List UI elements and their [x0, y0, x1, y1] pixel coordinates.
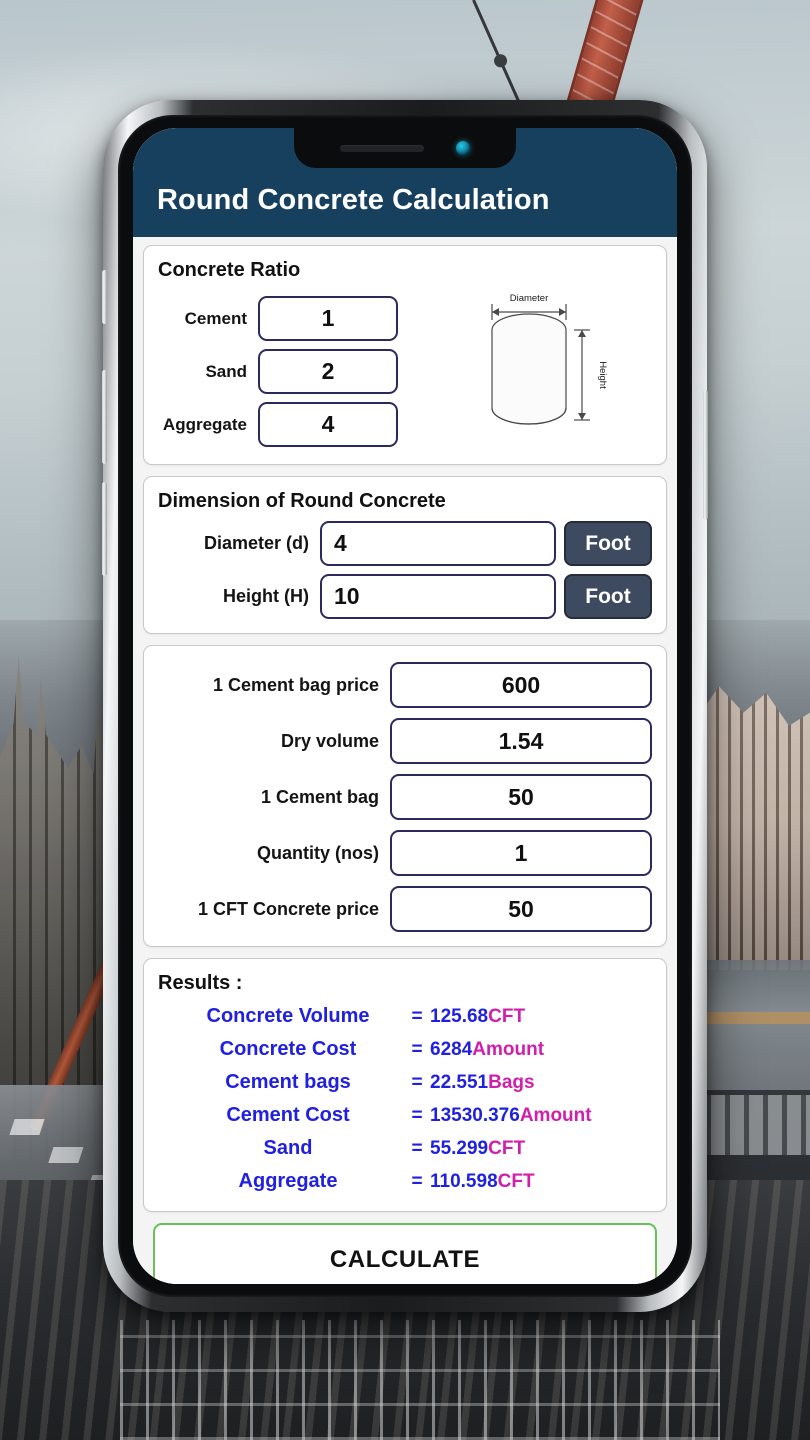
phone-notch: [294, 128, 516, 168]
sand-ratio-row: Sand 2: [158, 349, 426, 394]
dry-volume-row: Dry volume 1.54: [158, 718, 652, 764]
dry-volume-label: Dry volume: [280, 730, 379, 751]
results-card: Results : Concrete Volume = 125.68 CFT C…: [143, 958, 667, 1212]
results-title: Results :: [158, 972, 243, 994]
silence-switch-button[interactable]: [102, 270, 107, 324]
cylinder-diagram: Diameter Height: [426, 288, 652, 450]
result-unit-cement-bags: Bags: [488, 1072, 535, 1093]
result-value-cement-bags: 22.551: [430, 1072, 489, 1093]
cement-bag-price-row: 1 Cement bag price 600: [158, 662, 652, 708]
result-row-sand: Sand = 55.299 CFT: [158, 1137, 652, 1160]
result-label-sand: Sand: [263, 1137, 313, 1159]
result-value-cement-cost: 13530.376: [430, 1105, 520, 1126]
volume-up-button[interactable]: [102, 370, 107, 464]
result-row-cement-bags: Cement bags = 22.551 Bags: [158, 1071, 652, 1094]
aggregate-ratio-input[interactable]: 4: [258, 402, 398, 447]
aggregate-ratio-label: Aggregate: [162, 414, 247, 434]
cement-bag-price-input[interactable]: 600: [390, 662, 652, 708]
background-scaffolding: [120, 1320, 720, 1440]
concrete-ratio-body: Cement 1 Sand 2 Aggregate 4 Diameter Hei…: [158, 288, 652, 450]
earpiece-speaker-icon: [340, 144, 424, 152]
dimension-title: Dimension of Round Concrete: [158, 490, 446, 512]
diameter-row: Diameter (d) 4 Foot: [158, 521, 652, 566]
cft-concrete-price-row: 1 CFT Concrete price 50: [158, 886, 652, 932]
result-row-cement-cost: Cement Cost = 13530.376 Amount: [158, 1104, 652, 1127]
height-figure-label: Height: [597, 361, 608, 389]
result-unit-aggregate: CFT: [497, 1171, 535, 1192]
cylinder-icon: Diameter Height: [491, 293, 608, 425]
app-content: Concrete Ratio Cement 1 Sand 2 Aggregate…: [133, 237, 677, 1284]
calculate-button-wrapper: CALCULATE: [143, 1223, 667, 1284]
cft-concrete-price-label: 1 CFT Concrete price: [197, 898, 379, 919]
calculate-button[interactable]: CALCULATE: [153, 1223, 657, 1284]
result-equals-concrete-volume: =: [411, 1006, 423, 1027]
dimension-card: Dimension of Round Concrete Diameter (d)…: [143, 476, 667, 634]
result-equals-sand: =: [411, 1138, 423, 1159]
phone-screen: Round Concrete Calculation Concrete Rati…: [133, 128, 677, 1284]
diameter-input[interactable]: 4: [320, 521, 556, 566]
result-equals-aggregate: =: [411, 1171, 423, 1192]
app-root: Round Concrete Calculation Concrete Rati…: [133, 128, 677, 1284]
result-unit-concrete-volume: CFT: [488, 1006, 526, 1027]
phone-device: Round Concrete Calculation Concrete Rati…: [102, 100, 708, 1312]
result-value-concrete-volume: 125.68: [430, 1006, 489, 1027]
aggregate-ratio-row: Aggregate 4: [158, 402, 426, 447]
cement-ratio-input[interactable]: 1: [258, 296, 398, 341]
quantity-input[interactable]: 1: [390, 830, 652, 876]
sand-ratio-label: Sand: [205, 361, 247, 381]
cement-bag-weight-input[interactable]: 50: [390, 774, 652, 820]
diameter-figure-label: Diameter: [510, 293, 549, 304]
result-row-aggregate: Aggregate = 110.598 CFT: [158, 1170, 652, 1193]
cft-concrete-price-input[interactable]: 50: [390, 886, 652, 932]
quantity-label: Quantity (nos): [257, 842, 379, 863]
height-row: Height (H) 10 Foot: [158, 574, 652, 619]
page-title: Round Concrete Calculation: [157, 184, 550, 216]
cement-ratio-row: Cement 1: [158, 296, 426, 341]
height-unit-button[interactable]: Foot: [564, 574, 652, 619]
result-value-aggregate: 110.598: [430, 1171, 498, 1192]
volume-down-button[interactable]: [102, 482, 107, 576]
phone-bezel: Round Concrete Calculation Concrete Rati…: [118, 115, 692, 1297]
result-unit-concrete-cost: Amount: [472, 1039, 545, 1060]
height-label: Height (H): [223, 586, 309, 606]
cement-ratio-label: Cement: [184, 308, 247, 328]
concrete-ratio-card: Concrete Ratio Cement 1 Sand 2 Aggregate…: [143, 245, 667, 465]
power-button[interactable]: [703, 390, 708, 520]
result-equals-concrete-cost: =: [411, 1039, 423, 1060]
result-value-sand: 55.299: [430, 1138, 489, 1159]
result-unit-sand: CFT: [488, 1138, 526, 1159]
result-label-cement-cost: Cement Cost: [226, 1104, 350, 1126]
quantity-row: Quantity (nos) 1: [158, 830, 652, 876]
result-value-concrete-cost: 6284: [430, 1039, 473, 1060]
concrete-ratio-title: Concrete Ratio: [158, 259, 301, 281]
sand-ratio-input[interactable]: 2: [258, 349, 398, 394]
concrete-ratio-fields: Cement 1 Sand 2 Aggregate 4: [158, 288, 426, 450]
result-equals-cement-cost: =: [411, 1105, 423, 1126]
cement-bag-weight-label: 1 Cement bag: [260, 786, 379, 807]
cement-bag-weight-row: 1 Cement bag 50: [158, 774, 652, 820]
result-label-aggregate: Aggregate: [238, 1170, 338, 1192]
diameter-label: Diameter (d): [203, 533, 309, 553]
height-input[interactable]: 10: [320, 574, 556, 619]
result-equals-cement-bags: =: [411, 1072, 423, 1093]
result-label-concrete-volume: Concrete Volume: [206, 1005, 370, 1027]
result-label-cement-bags: Cement bags: [225, 1071, 351, 1093]
result-unit-cement-cost: Amount: [519, 1105, 592, 1126]
dry-volume-input[interactable]: 1.54: [390, 718, 652, 764]
price-card: 1 Cement bag price 600 Dry volume 1.54 1…: [143, 645, 667, 947]
result-row-concrete-cost: Concrete Cost = 6284 Amount: [158, 1038, 652, 1061]
result-label-concrete-cost: Concrete Cost: [219, 1038, 357, 1060]
front-camera-icon: [456, 141, 470, 155]
diameter-unit-button[interactable]: Foot: [564, 521, 652, 566]
result-row-concrete-volume: Concrete Volume = 125.68 CFT: [158, 1005, 652, 1028]
cement-bag-price-label: 1 Cement bag price: [212, 674, 379, 695]
